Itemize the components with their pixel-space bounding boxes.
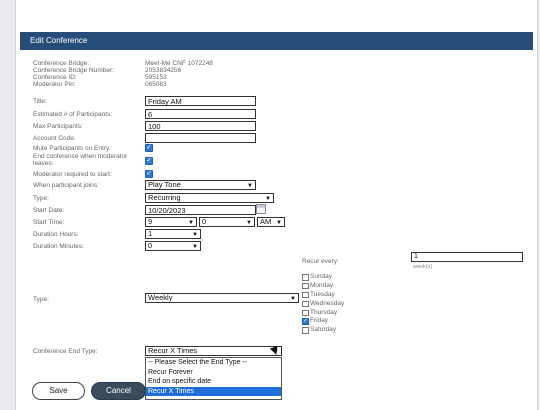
end-type-value: Recur X Times	[148, 346, 198, 355]
account-code-input[interactable]	[145, 133, 256, 143]
start-date-input[interactable]: 10/20/2023	[145, 205, 256, 215]
end-type-option-selected[interactable]: Recur X Times	[146, 386, 281, 396]
recur-type-value: Weekly	[148, 293, 173, 302]
start-minute-value: 0	[202, 217, 207, 226]
type-value: Recurring	[148, 193, 181, 202]
recur-type-select[interactable]: Weekly ▼	[145, 293, 299, 303]
day-wednesday[interactable]: Wednesday	[302, 300, 344, 309]
day-sunday[interactable]: Sunday	[302, 273, 344, 282]
checkbox[interactable]	[302, 327, 309, 334]
day-label: Thursday	[310, 308, 338, 316]
end-type-option[interactable]: End on specific date	[146, 377, 281, 387]
panel-title: Edit Conference	[30, 36, 88, 45]
moderator-required-label: Moderator required to start:	[33, 171, 112, 178]
conference-id-value: 595153	[145, 74, 167, 81]
duration-hours-label: Duration Hours:	[33, 231, 79, 238]
type-label: Type:	[33, 195, 49, 202]
bridge-number-value: 2053834256	[145, 67, 182, 74]
conference-id-label: Conference ID:	[33, 74, 77, 81]
day-label: Tuesday	[310, 290, 335, 298]
start-time-label: Start Time:	[33, 219, 65, 226]
moderator-required-checkbox[interactable]: ✓	[145, 170, 153, 178]
title-input[interactable]: Friday AM	[145, 96, 256, 106]
day-label: Sunday	[310, 273, 333, 280]
panel-header: Edit Conference	[20, 32, 533, 50]
participant-joins-select[interactable]: Play Tone ▼	[145, 180, 256, 190]
start-ampm-value: AM	[260, 217, 272, 226]
end-type-select[interactable]: Recur X Times ▼	[145, 346, 282, 356]
end-type-label: Conference End Type:	[33, 348, 98, 355]
checkbox-checked[interactable]: ✓	[302, 318, 309, 325]
duration-minutes-label: Duration Minutes:	[33, 243, 84, 250]
duration-minutes-select[interactable]: 0 ▼	[145, 241, 201, 251]
moderator-pin-label: Moderator Pin:	[33, 81, 76, 88]
participant-joins-label: When participant joins:	[33, 182, 99, 189]
chevron-down-icon: ▼	[192, 232, 198, 238]
chevron-down-icon: ▼	[246, 220, 252, 226]
start-date-label: Start Date:	[33, 207, 65, 214]
chevron-down-icon: ▼	[192, 244, 198, 250]
cancel-button[interactable]: Cancel	[91, 382, 146, 400]
chevron-down-icon: ▼	[188, 220, 194, 226]
save-button[interactable]: Save	[32, 382, 85, 400]
mute-checkbox[interactable]: ✓	[145, 144, 153, 152]
recur-unit-label: week(s)	[413, 264, 433, 270]
start-hour-value: 9	[148, 217, 153, 226]
moderator-pin-value: 065083	[145, 81, 167, 88]
checkbox[interactable]	[302, 300, 309, 308]
chevron-down-icon: ▼	[247, 183, 253, 189]
day-label: Wednesday	[310, 299, 345, 307]
end-on-moderator-checkbox[interactable]: ✓	[145, 157, 153, 165]
checkbox[interactable]	[302, 291, 309, 299]
checkbox[interactable]	[302, 309, 309, 317]
end-type-option[interactable]: -- Please Select the End Type --	[146, 358, 281, 368]
day-tuesday[interactable]: Tuesday	[302, 291, 344, 300]
max-participants-label: Max Participants:	[33, 123, 83, 130]
day-monday[interactable]: Monday	[302, 282, 344, 291]
mute-label: Mute Participants on Entry:	[33, 145, 112, 152]
chevron-down-icon: ▼	[276, 220, 282, 226]
checkbox[interactable]	[302, 282, 309, 290]
day-label: Friday	[310, 317, 329, 325]
duration-minutes-value: 0	[148, 241, 153, 250]
day-saturday[interactable]: Saturday	[302, 326, 344, 335]
day-label: Monday	[310, 281, 334, 289]
end-type-dropdown-list: -- Please Select the End Type -- Recur F…	[145, 357, 282, 400]
start-hour-select[interactable]: 9 ▼	[145, 217, 197, 227]
weekday-checkboxes: Sunday Monday Tuesday Wednesday Thursday…	[302, 273, 344, 335]
recur-type-label: Type:	[33, 296, 49, 303]
day-friday[interactable]: ✓ Friday	[302, 317, 344, 326]
type-select[interactable]: Recurring ▼	[145, 193, 274, 203]
end-on-moderator-label: End conference when moderator leaves:	[33, 153, 128, 167]
bridge-number-label: Conference Bridge Number:	[33, 67, 114, 74]
max-participants-input[interactable]: 100	[145, 121, 256, 131]
chevron-down-icon: ▼	[265, 196, 271, 202]
account-code-label: Account Code:	[33, 135, 76, 142]
bridge-label: Conference Bridge:	[33, 60, 90, 67]
bridge-value: Meet-Me CNF 1072248	[145, 60, 213, 67]
est-participants-label: Estimated # of Participants:	[33, 111, 113, 118]
recur-every-input[interactable]: 1	[411, 252, 523, 262]
recur-every-label: Recur every:	[302, 258, 339, 265]
chevron-down-icon: ▼	[290, 296, 296, 302]
start-ampm-select[interactable]: AM ▼	[257, 217, 285, 227]
start-minute-select[interactable]: 0 ▼	[199, 217, 255, 227]
calendar-icon[interactable]	[256, 204, 266, 214]
duration-hours-select[interactable]: 1 ▼	[145, 229, 201, 239]
participant-joins-value: Play Tone	[148, 180, 181, 189]
title-label: Title:	[33, 98, 47, 105]
duration-hours-value: 1	[148, 229, 153, 238]
day-thursday[interactable]: Thursday	[302, 309, 344, 318]
est-participants-input[interactable]: 6	[145, 109, 256, 119]
day-label: Saturday	[310, 326, 337, 334]
checkbox[interactable]	[302, 274, 309, 281]
end-type-option[interactable]: Recur Forever	[146, 368, 281, 378]
